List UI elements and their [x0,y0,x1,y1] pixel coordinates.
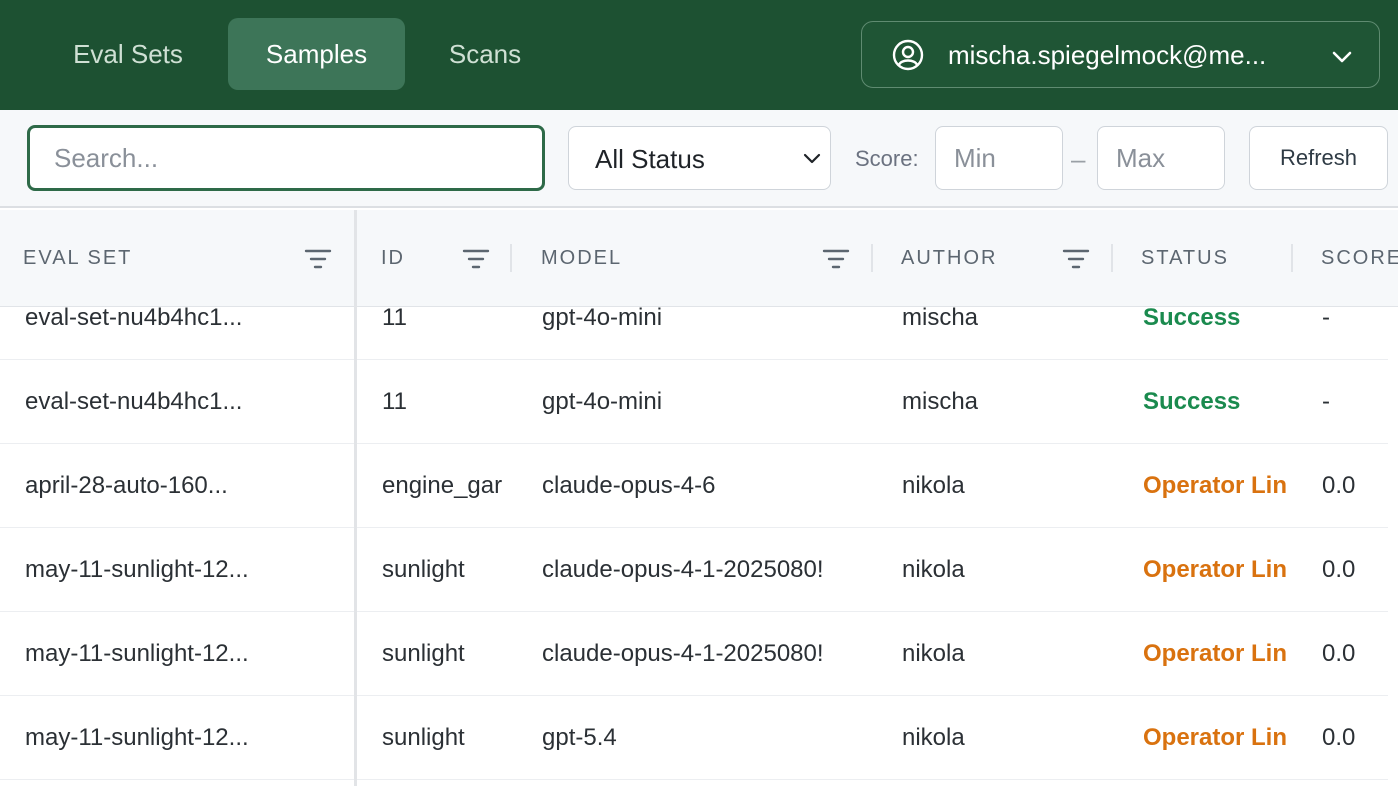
cell-status: Operator Lin [1143,472,1288,499]
cell-id: sunlight [382,724,465,751]
cell-id: engine_gar [382,472,503,499]
filter-icon[interactable] [822,247,850,271]
cell-score: 0.0 [1322,724,1356,751]
cell-eval-set: may-11-sunlight-12... [25,724,249,751]
filter-icon[interactable] [1062,247,1090,271]
chevron-down-icon [1332,51,1352,63]
column-separator[interactable] [1111,244,1113,272]
refresh-button[interactable]: Refresh [1249,126,1388,190]
user-menu-button[interactable]: mischa.spiegelmock@me... [861,21,1380,88]
cell-author: nikola [902,556,965,583]
column-separator[interactable] [510,244,512,272]
table-row[interactable]: april-28-auto-160... engine_gar claude-o… [0,444,1388,528]
cell-status: Operator Lin [1143,640,1288,667]
table-row[interactable]: may-11-sunlight-12... sunlight claude-op… [0,528,1388,612]
score-label: Score: [855,146,919,171]
cell-author: nikola [902,472,965,499]
score-max-input[interactable] [1097,126,1225,190]
range-dash: – [1071,144,1086,174]
filter-icon[interactable] [304,247,332,271]
table-row[interactable]: eval-set-nu4b4hc1... 11 gpt-4o-mini misc… [0,360,1388,444]
column-header-author[interactable]: AUTHOR [901,210,997,307]
top-nav: Eval Sets Samples Scans mischa.spiegelmo… [0,0,1398,110]
cell-score: 0.0 [1322,556,1356,583]
cell-status: Success [1143,388,1241,415]
cell-id: 11 [382,307,407,331]
samples-table: EVAL SET ID MODEL AUTHOR STATUS SCORE ev… [0,210,1398,786]
cell-author: mischa [902,307,979,331]
column-header-status[interactable]: STATUS [1141,210,1229,307]
cell-status: Operator Lin [1143,724,1288,751]
cell-eval-set: may-11-sunlight-12... [25,640,249,667]
column-header-eval-set[interactable]: EVAL SET [23,210,132,307]
cell-author: mischa [902,388,979,415]
cell-author: nikola [902,724,965,751]
cell-id: sunlight [382,640,465,667]
cell-model: claude-opus-4-6 [542,472,716,499]
cell-eval-set: eval-set-nu4b4hc1... [25,388,243,415]
cell-score: - [1322,307,1330,331]
cell-eval-set: eval-set-nu4b4hc1... [25,307,243,331]
tab-scans[interactable]: Scans [416,18,554,90]
score-min-input[interactable] [935,126,1063,190]
cell-eval-set: may-11-sunlight-12... [25,556,249,583]
status-select[interactable]: All Status [568,126,831,190]
cell-author: nikola [902,640,965,667]
column-separator[interactable] [1291,244,1293,272]
cell-model: gpt-4o-mini [542,388,663,415]
cell-model: gpt-5.4 [542,724,617,751]
cell-model: gpt-4o-mini [542,307,663,331]
table-body: eval-set-nu4b4hc1... 11 gpt-4o-mini misc… [0,307,1398,786]
user-circle-icon [892,39,924,71]
cell-model: claude-opus-4-1-2025080! [542,640,824,667]
cell-score: 0.0 [1322,640,1356,667]
user-email: mischa.spiegelmock@me... [948,40,1267,70]
column-header-model[interactable]: MODEL [541,210,622,307]
cell-eval-set: april-28-auto-160... [25,472,228,499]
pinned-column-divider[interactable] [354,210,357,786]
cell-score: - [1322,388,1330,415]
chevron-down-icon [803,153,821,164]
table-header: EVAL SET ID MODEL AUTHOR STATUS SCORE [0,210,1398,307]
table-row[interactable]: may-11-sunlight-12... sunlight claude-op… [0,612,1388,696]
cell-id: sunlight [382,556,465,583]
tab-eval-sets[interactable]: Eval Sets [40,18,216,90]
column-header-id[interactable]: ID [381,210,405,307]
table-row[interactable]: eval-set-nu4b4hc1... 11 gpt-4o-mini misc… [0,307,1388,360]
cell-model: claude-opus-4-1-2025080! [542,556,824,583]
filter-bar: All Status Score: – Refresh [0,110,1398,208]
cell-id: 11 [382,388,407,415]
search-input[interactable] [27,125,545,191]
column-separator[interactable] [871,244,873,272]
cell-status: Operator Lin [1143,556,1288,583]
column-header-score[interactable]: SCORE [1321,210,1398,307]
tab-samples[interactable]: Samples [228,18,405,90]
filter-icon[interactable] [462,247,490,271]
cell-score: 0.0 [1322,472,1356,499]
table-row[interactable]: may-11-sunlight-12... sunlight gpt-5.4 n… [0,696,1388,780]
cell-status: Success [1143,307,1241,331]
status-select-value: All Status [595,144,705,174]
